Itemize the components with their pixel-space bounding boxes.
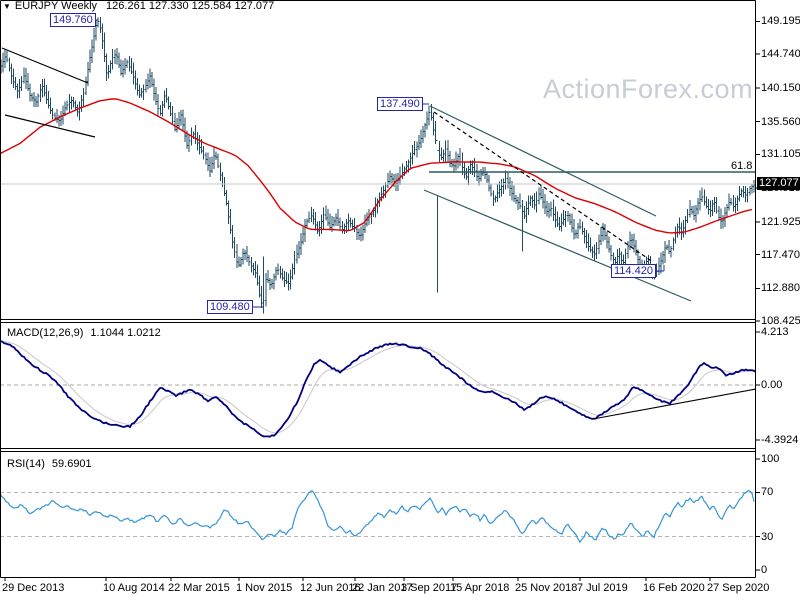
macd-axis-label: 4.213 [761, 326, 789, 338]
price-axis-label: 131.105 [761, 148, 800, 160]
price-tag-high: 149.760 [50, 13, 96, 27]
price-axis-label: 144.740 [761, 48, 800, 60]
price-axis-label: 112.880 [761, 282, 800, 294]
date-label: 25 Nov 2018 [515, 582, 578, 594]
price-tag-2020-low: 114.420 [611, 264, 656, 278]
rsi-panel [0, 489, 755, 544]
rsi-line [0, 489, 755, 544]
rsi-value: 59.6901 [51, 458, 92, 470]
macd-signal-line [0, 340, 755, 434]
rsi-title: RSI(14) [7, 458, 45, 470]
price-axis-label: 140.150 [761, 82, 800, 94]
date-label: 10 Aug 2014 [103, 582, 165, 594]
date-label: 7 Jul 2019 [577, 582, 628, 594]
macd-indicator-header: MACD(12,26,9) 1.1044 1.0212 [7, 327, 161, 340]
date-label: 27 Sep 2020 [707, 582, 770, 594]
price-axis-label: 149.195 [761, 15, 800, 27]
chart-window: ActionForex.com ▼ EURJPY Weekly 126.261 … [0, 0, 800, 600]
rsi-indicator-header: RSI(14) 59.6901 [7, 458, 92, 471]
price-tag-2018-peak: 137.490 [377, 97, 423, 111]
macd-panel [0, 340, 755, 438]
price-axis-label: 121.925 [761, 216, 800, 228]
macd-main-line [0, 340, 755, 438]
macd-axis-label: 0.00 [761, 379, 783, 391]
panel-borders [0, 0, 760, 581]
price-tag-2016-low: 109.480 [207, 300, 253, 314]
rsi-axis-label: 100 [761, 453, 780, 465]
chart-canvas[interactable] [0, 0, 800, 600]
symbol-timeframe-label: EURJPY Weekly [14, 0, 98, 12]
current-price-tag: 127.077 [757, 177, 800, 190]
ma-red-line [0, 98, 753, 234]
rsi-axis-label: 30 [761, 531, 774, 543]
macd-title: MACD(12,26,9) [7, 327, 84, 339]
macd-axis-label: -4.3924 [761, 434, 799, 446]
fib-61-8-label: 61.8 [731, 160, 753, 172]
price-axis-label: 135.560 [761, 116, 800, 128]
rsi-axis-label: 70 [761, 486, 774, 498]
collapse-triangle-icon[interactable]: ▼ [3, 0, 11, 13]
macd-values: 1.1044 1.0212 [90, 327, 161, 339]
chart-title-bar: ▼ EURJPY Weekly 126.261 127.330 125.584 … [3, 0, 274, 13]
date-label: 15 Apr 2018 [450, 582, 510, 594]
rsi-axis-label: 0 [761, 564, 768, 576]
date-label: 29 Dec 2013 [2, 582, 65, 594]
date-label: 1 Nov 2015 [236, 582, 293, 594]
date-label: 3 Sep 2017 [401, 582, 458, 594]
date-label: 16 Feb 2020 [643, 582, 705, 594]
date-label: 22 Mar 2015 [168, 582, 230, 594]
ohlc-values-label: 126.261 127.330 125.584 127.077 [106, 0, 275, 12]
price-axis-label: 117.470 [761, 249, 800, 261]
